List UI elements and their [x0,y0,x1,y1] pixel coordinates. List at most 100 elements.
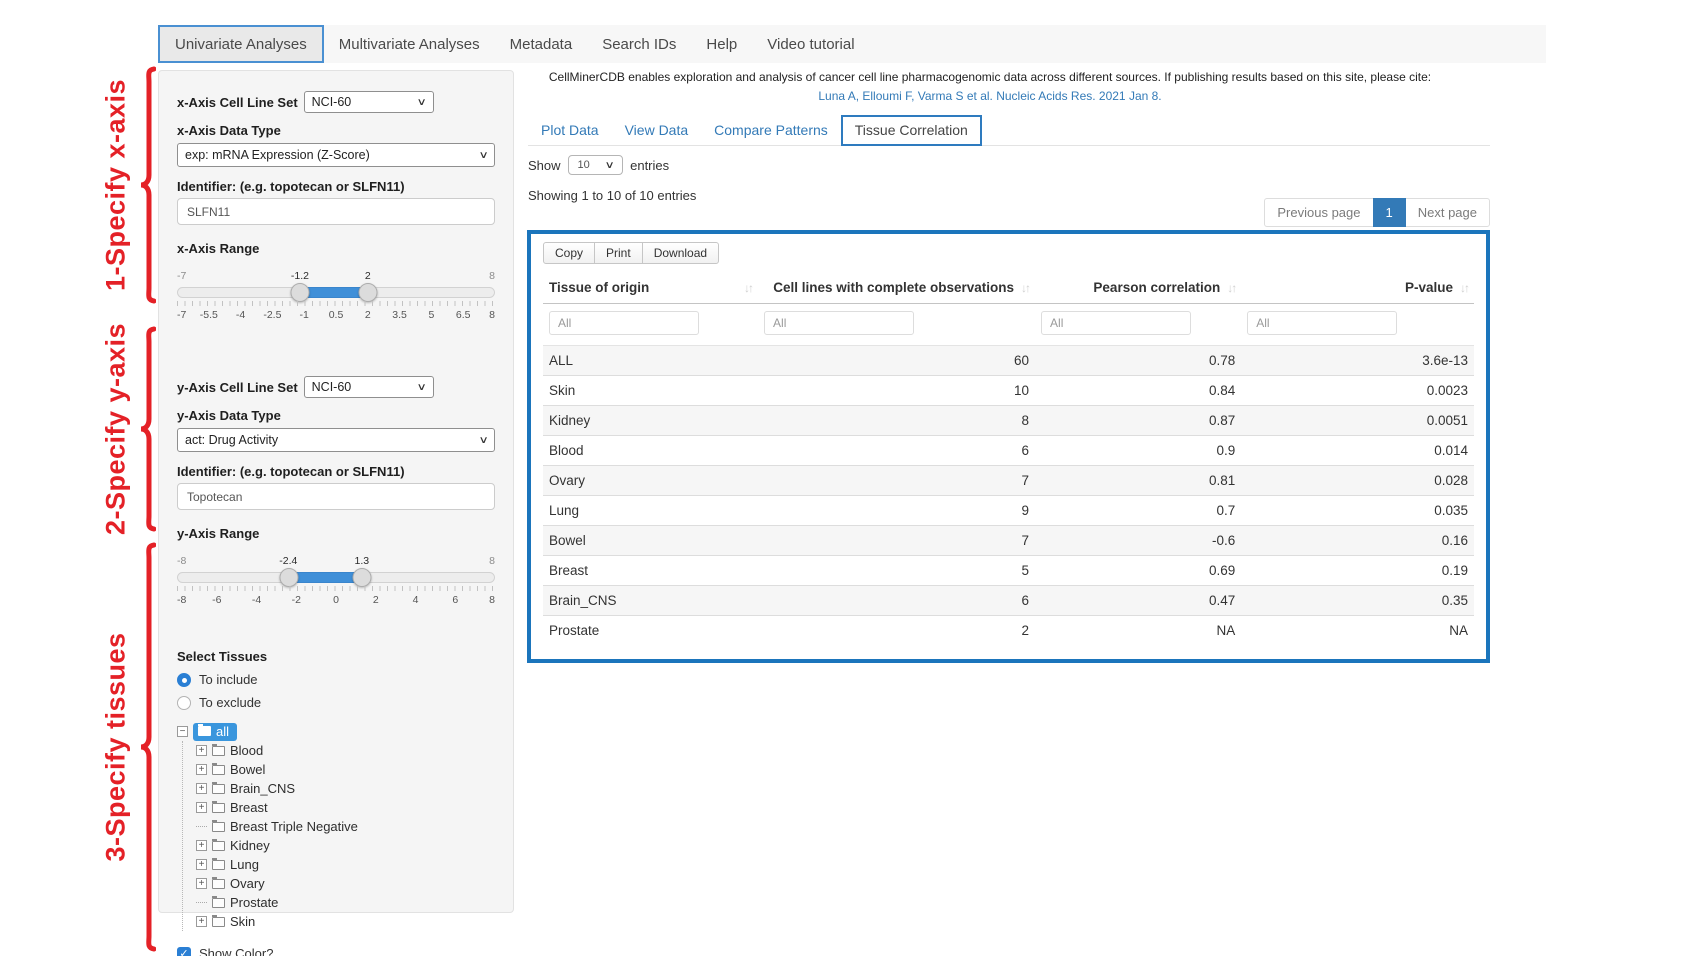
table-row-blood[interactable]: Blood60.90.014 [543,436,1474,466]
tree-item-kidney[interactable]: +Kidney [196,836,495,855]
nav-item-video-tutorial[interactable]: Video tutorial [752,25,869,63]
sort-icon[interactable]: ↓↑ [1021,281,1029,295]
expand-icon[interactable]: + [196,764,207,775]
copy-button[interactable]: Copy [543,242,595,264]
citation-link[interactable]: Luna A, Elloumi F, Varma S et al. Nuclei… [490,89,1490,103]
tree-item-skin[interactable]: +Skin [196,912,495,931]
column-header-p-value[interactable]: P-value↓↑ [1241,272,1474,304]
sort-icon[interactable]: ↓↑ [1460,281,1468,295]
collapse-icon[interactable]: − [177,726,188,737]
tree-item-breast-triple-negative[interactable]: Breast Triple Negative [196,817,495,836]
nav-item-univariate-analyses[interactable]: Univariate Analyses [158,25,324,63]
tree-item-all-chip[interactable]: all [193,723,237,741]
table-row-breast[interactable]: Breast50.690.19 [543,556,1474,586]
expand-icon[interactable]: + [196,783,207,794]
cell: 0.028 [1241,466,1474,496]
show-entries-control: Show 10 ∨ entries [528,155,1490,175]
page-1-button[interactable]: 1 [1373,198,1406,227]
expand-icon[interactable]: + [196,859,207,870]
tree-item-ovary[interactable]: +Ovary [196,874,495,893]
radio-to-include[interactable]: To include [177,672,495,687]
cell: 0.47 [1035,586,1241,616]
y-identifier-label: Identifier: (e.g. topotecan or SLFN11) [177,464,495,479]
tab-view-data[interactable]: View Data [612,116,702,145]
nav-item-metadata[interactable]: Metadata [495,25,588,63]
cell: 8 [758,406,1035,436]
entries-per-page-select[interactable]: 10 ∨ [568,155,624,175]
tab-tissue-correlation[interactable]: Tissue Correlation [841,115,982,146]
table-row-all[interactable]: ALL600.783.6e-13 [543,346,1474,376]
tree-item-all[interactable]: − all [177,722,495,741]
tab-plot-data[interactable]: Plot Data [528,116,612,145]
x-cell-line-set-value: NCI-60 [312,95,352,109]
slider-handle-to[interactable] [352,568,371,587]
column-header-tissue-of-origin[interactable]: Tissue of origin↓↑ [543,272,758,304]
filter-input-pearson-correlation[interactable] [1041,311,1191,335]
slider-track[interactable] [177,572,495,583]
expand-icon[interactable]: + [196,916,207,927]
slider-tick-label: -6 [212,594,221,606]
table-row-brain-cns[interactable]: Brain_CNS60.470.35 [543,586,1474,616]
show-color-label: Show Color? [199,946,273,956]
tree-item-lung[interactable]: +Lung [196,855,495,874]
x-range-slider[interactable]: -78-1.22-7-5.5-4-2.5-10.523.556.58 [177,270,495,324]
show-color-checkbox[interactable]: ✓ Show Color? [177,946,495,956]
y-identifier-input[interactable] [177,483,495,510]
table-row-ovary[interactable]: Ovary70.810.028 [543,466,1474,496]
next-page-button[interactable]: Next page [1405,198,1490,227]
radio-unselected-icon[interactable] [177,696,191,710]
nav-item-search-ids[interactable]: Search IDs [587,25,691,63]
print-button[interactable]: Print [594,242,643,264]
slider-handle-from[interactable] [279,568,298,587]
tree-item-blood[interactable]: +Blood [196,741,495,760]
tree-item-bowel[interactable]: +Bowel [196,760,495,779]
expand-icon[interactable]: + [196,745,207,756]
radio-to-exclude[interactable]: To exclude [177,695,495,710]
y-data-type-label: y-Axis Data Type [177,408,495,423]
nav-item-help[interactable]: Help [691,25,752,63]
table-row-kidney[interactable]: Kidney80.870.0051 [543,406,1474,436]
checkbox-checked-icon[interactable]: ✓ [177,947,191,956]
slider-track[interactable] [177,287,495,298]
previous-page-button[interactable]: Previous page [1264,198,1373,227]
folder-icon [212,803,225,813]
cell: Prostate [543,616,758,646]
column-header-cell-lines-with-complete-observations[interactable]: Cell lines with complete observations↓↑ [758,272,1035,304]
expand-icon[interactable]: + [196,878,207,889]
tree-item-brain-cns[interactable]: +Brain_CNS [196,779,495,798]
tree-item-breast[interactable]: +Breast [196,798,495,817]
sort-icon[interactable]: ↓↑ [744,281,752,295]
expand-icon[interactable]: + [196,802,207,813]
sort-icon[interactable]: ↓↑ [1227,281,1235,295]
filter-input-tissue-of-origin[interactable] [549,311,699,335]
red-brace-x-axis [138,66,156,304]
cell: 0.81 [1035,466,1241,496]
x-cell-line-set-select[interactable]: NCI-60 ∨ [304,91,434,113]
y-cell-line-set-label: y-Axis Cell Line Set [177,380,298,395]
y-cell-line-set-select[interactable]: NCI-60 ∨ [304,376,434,398]
x-data-type-select[interactable]: exp: mRNA Expression (Z-Score) ∨ [177,143,495,167]
download-button[interactable]: Download [642,242,719,264]
show-label: Show [528,158,561,173]
table-row-prostate[interactable]: Prostate2NANA [543,616,1474,646]
expand-icon[interactable]: + [196,840,207,851]
filter-input-p-value[interactable] [1247,311,1397,335]
cell: 7 [758,526,1035,556]
folder-icon [212,784,225,794]
y-range-slider[interactable]: -88-2.41.3-8-6-4-202468 [177,555,495,609]
column-header-pearson-correlation[interactable]: Pearson correlation↓↑ [1035,272,1241,304]
tab-compare-patterns[interactable]: Compare Patterns [701,116,841,145]
table-row-skin[interactable]: Skin100.840.0023 [543,376,1474,406]
chevron-down-icon: ∨ [417,97,427,108]
y-data-type-select[interactable]: act: Drug Activity ∨ [177,428,495,452]
radio-selected-icon[interactable] [177,673,191,687]
nav-item-multivariate-analyses[interactable]: Multivariate Analyses [324,25,495,63]
table-row-lung[interactable]: Lung90.70.035 [543,496,1474,526]
slider-handle-from[interactable] [291,283,310,302]
slider-tick-labels: -7-5.5-4-2.5-10.523.556.58 [177,309,495,322]
x-identifier-input[interactable] [177,198,495,225]
table-row-bowel[interactable]: Bowel7-0.60.16 [543,526,1474,556]
filter-input-cell-lines-with-complete-observations[interactable] [764,311,914,335]
slider-handle-to[interactable] [358,283,377,302]
tree-item-prostate[interactable]: Prostate [196,893,495,912]
